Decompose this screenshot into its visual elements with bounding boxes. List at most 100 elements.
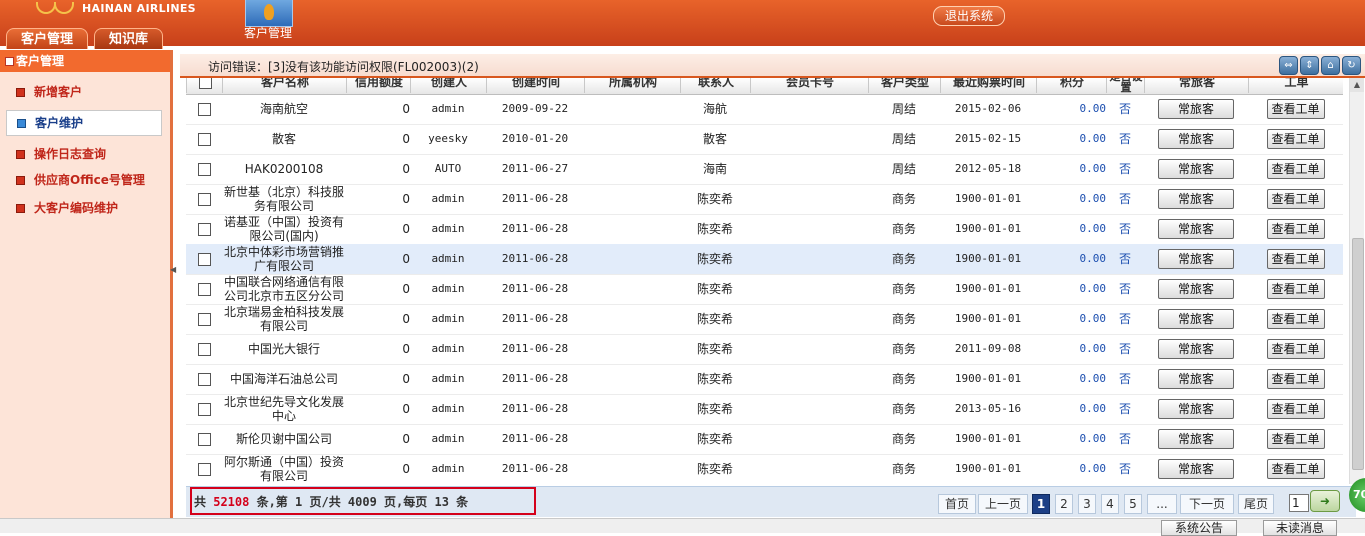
cell-flag[interactable]: 否: [1106, 334, 1144, 364]
collapse-sidebar-icon[interactable]: ◀: [170, 265, 176, 275]
header-credit[interactable]: 信用额度: [346, 78, 411, 93]
page-button-2[interactable]: 2: [1055, 494, 1073, 514]
view-work-order-button[interactable]: 查看工单: [1266, 219, 1325, 239]
view-work-order-button[interactable]: 查看工单: [1266, 189, 1325, 209]
tab-customer-management[interactable]: 客户管理: [6, 28, 89, 49]
view-work-order-button[interactable]: 查看工单: [1266, 369, 1325, 389]
row-checkbox[interactable]: [197, 132, 211, 146]
cell-flag[interactable]: 否: [1106, 124, 1144, 154]
first-page-button[interactable]: 首页: [938, 494, 976, 514]
cell-flag[interactable]: 否: [1106, 304, 1144, 334]
row-checkbox[interactable]: [197, 282, 211, 296]
header-customer-name[interactable]: 客户名称: [222, 78, 347, 93]
vertical-scrollbar[interactable]: ▲: [1349, 78, 1364, 484]
go-arrow-icon[interactable]: ➜: [1310, 490, 1340, 512]
row-checkbox[interactable]: [197, 102, 211, 116]
cell-flag[interactable]: 否: [1106, 454, 1144, 484]
next-page-button[interactable]: 下一页: [1180, 494, 1234, 514]
page-button-5[interactable]: 5: [1124, 494, 1142, 514]
view-work-order-button[interactable]: 查看工单: [1266, 249, 1325, 269]
table-row[interactable]: 中国海洋石油总公司 0 admin 2011-06-28 陈奕希 商务 1900-01-01…: [186, 364, 1343, 395]
tab-knowledge-base[interactable]: 知识库: [94, 28, 164, 49]
header-points[interactable]: 积分: [1036, 78, 1107, 93]
table-row[interactable]: 北京瑞易金柏科技发展有限公司 0 admin 2011-06-28 陈奕希 商务 1900-…: [186, 304, 1343, 335]
view-work-order-button[interactable]: 查看工单: [1266, 429, 1325, 449]
announcement-button[interactable]: 系统公告: [1161, 520, 1237, 536]
page-button-1[interactable]: 1: [1032, 494, 1050, 514]
view-work-order-button[interactable]: 查看工单: [1266, 129, 1325, 149]
frequent-flyer-button[interactable]: 常旅客: [1158, 369, 1234, 389]
sidebar-item-operation-log[interactable]: 操作日志查询: [6, 142, 162, 166]
table-row[interactable]: 北京世纪先导文化发展中心 0 admin 2011-06-28 陈奕希 商务 2013-05…: [186, 394, 1343, 425]
sidebar-item-key-account-codes[interactable]: 大客户编码维护: [6, 196, 162, 220]
table-row[interactable]: 中国联合网络通信有限公司北京市五区分公司 0 admin 2011-06-28 陈奕希 商…: [186, 274, 1343, 305]
view-work-order-button[interactable]: 查看工单: [1266, 279, 1325, 299]
frequent-flyer-button[interactable]: 常旅客: [1158, 219, 1234, 239]
refresh-icon[interactable]: ↻: [1342, 56, 1361, 75]
page-number-input[interactable]: 1: [1289, 494, 1309, 512]
cell-flag[interactable]: 否: [1106, 364, 1144, 394]
header-flag[interactable]: 是否设置: [1106, 78, 1145, 93]
frequent-flyer-button[interactable]: 常旅客: [1158, 159, 1234, 179]
row-checkbox[interactable]: [197, 432, 211, 446]
frequent-flyer-button[interactable]: 常旅客: [1158, 279, 1234, 299]
header-frequent[interactable]: 常旅客: [1144, 78, 1249, 93]
row-checkbox[interactable]: [197, 222, 211, 236]
scroll-up-icon[interactable]: ▲: [1350, 78, 1364, 92]
cell-flag[interactable]: 否: [1106, 184, 1144, 214]
table-row[interactable]: 海南航空 0 admin 2009-09-22 海航 周结 2015-02-06 0.00 否常…: [186, 94, 1343, 125]
header-org[interactable]: 所属机构: [584, 78, 681, 93]
prev-page-button[interactable]: 上一页: [978, 494, 1028, 514]
header-work-order[interactable]: 工单: [1248, 78, 1343, 93]
table-row[interactable]: 斯伦贝谢中国公司 0 admin 2011-06-28 陈奕希 商务 1900-01-01 0…: [186, 424, 1343, 455]
module-label[interactable]: 客户管理: [238, 24, 298, 41]
cell-flag[interactable]: 否: [1106, 244, 1144, 274]
logout-button[interactable]: 退出系统: [933, 6, 1005, 26]
frequent-flyer-button[interactable]: 常旅客: [1158, 129, 1234, 149]
view-work-order-button[interactable]: 查看工单: [1266, 459, 1325, 479]
view-work-order-button[interactable]: 查看工单: [1266, 159, 1325, 179]
sidebar-item-customer-maintenance[interactable]: 客户维护: [6, 110, 162, 136]
row-checkbox[interactable]: [197, 252, 211, 266]
sidebar-item-supplier-office[interactable]: 供应商Office号管理: [6, 168, 162, 192]
frequent-flyer-button[interactable]: 常旅客: [1158, 399, 1234, 419]
frequent-flyer-button[interactable]: 常旅客: [1158, 459, 1234, 479]
table-row[interactable]: HAK0200108 0 AUTO 2011-06-27 海南 周结 2012-05-18 0…: [186, 154, 1343, 185]
view-work-order-button[interactable]: 查看工单: [1266, 399, 1325, 419]
table-row[interactable]: 诺基亚（中国）投资有限公司(国内) 0 admin 2011-06-28 陈奕希 商务 19…: [186, 214, 1343, 245]
cell-flag[interactable]: 否: [1106, 154, 1144, 184]
sidebar-item-add-customer[interactable]: 新增客户: [6, 80, 162, 104]
cell-flag[interactable]: 否: [1106, 214, 1144, 244]
frequent-flyer-button[interactable]: 常旅客: [1158, 429, 1234, 449]
row-checkbox[interactable]: [197, 192, 211, 206]
frequent-flyer-button[interactable]: 常旅客: [1158, 189, 1234, 209]
view-work-order-button[interactable]: 查看工单: [1266, 309, 1325, 329]
frequent-flyer-button[interactable]: 常旅客: [1158, 99, 1234, 119]
row-checkbox[interactable]: [197, 402, 211, 416]
header-card[interactable]: 会员卡号: [750, 78, 869, 93]
page-button-4[interactable]: 4: [1101, 494, 1119, 514]
frequent-flyer-button[interactable]: 常旅客: [1158, 249, 1234, 269]
header-created[interactable]: 创建时间: [486, 78, 585, 93]
unread-messages-button[interactable]: 未读消息: [1263, 520, 1337, 536]
row-checkbox[interactable]: [197, 372, 211, 386]
row-checkbox[interactable]: [197, 462, 211, 476]
view-work-order-button[interactable]: 查看工单: [1266, 339, 1325, 359]
home-icon[interactable]: ⌂: [1321, 56, 1340, 75]
cell-flag[interactable]: 否: [1106, 394, 1144, 424]
table-row[interactable]: 北京中体彩市场营销推广有限公司 0 admin 2011-06-28 陈奕希 商务 1900…: [186, 244, 1343, 275]
scroll-thumb[interactable]: [1352, 238, 1364, 470]
table-row[interactable]: 阿尔斯通（中国）投资有限公司 0 admin 2011-06-28 陈奕希 商务 1900-…: [186, 454, 1343, 484]
header-select-all[interactable]: [186, 78, 223, 93]
frequent-flyer-button[interactable]: 常旅客: [1158, 309, 1234, 329]
table-row[interactable]: 散客 0 yeesky 2010-01-20 散客 周结 2015-02-15 0.00 否常旅…: [186, 124, 1343, 155]
header-contact[interactable]: 联系人: [680, 78, 751, 93]
cell-flag[interactable]: 否: [1106, 424, 1144, 454]
view-work-order-button[interactable]: 查看工单: [1266, 99, 1325, 119]
cell-flag[interactable]: 否: [1106, 94, 1144, 124]
table-row[interactable]: 中国光大银行 0 admin 2011-06-28 陈奕希 商务 2011-09-08 0.0…: [186, 334, 1343, 365]
swap-horizontal-icon[interactable]: ⇔: [1279, 56, 1298, 75]
header-last-purchase[interactable]: 最近购票时间: [940, 78, 1037, 93]
last-page-button[interactable]: 尾页: [1238, 494, 1274, 514]
customer-management-icon[interactable]: [245, 0, 293, 27]
